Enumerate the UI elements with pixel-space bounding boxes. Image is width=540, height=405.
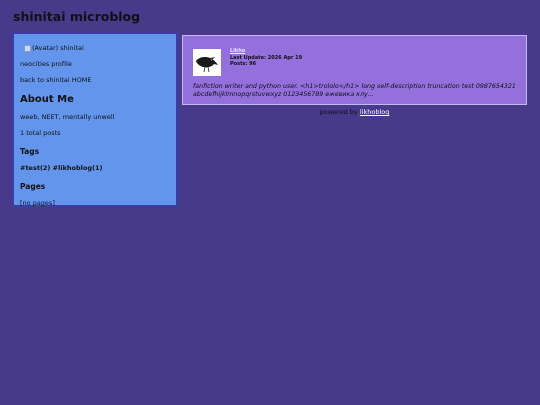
- about-text: weeb, NEET, mentally unwell: [20, 113, 115, 121]
- avatar-alt-text: (Avatar): [32, 44, 59, 52]
- sidebar: (Avatar) shinitai neocities profile back…: [13, 33, 177, 207]
- crow-avatar-icon: [193, 49, 221, 76]
- broken-avatar-image-icon: [24, 44, 31, 52]
- post-count: 1 total posts: [20, 129, 61, 137]
- author-avatar[interactable]: [193, 49, 221, 76]
- tag-likhoblog-link[interactable]: #likhoblog(1): [53, 164, 103, 172]
- about-heading: About Me: [20, 94, 74, 105]
- neocities-profile-link[interactable]: neocities profile: [20, 60, 170, 68]
- post-card: Likho Last Update: 2026 Apr 19 Posts: 96…: [182, 35, 527, 105]
- likhoblog-link[interactable]: likhoblog: [360, 108, 390, 116]
- pages-heading: Pages: [20, 182, 46, 191]
- post-meta: Likho Last Update: 2026 Apr 19 Posts: 96: [230, 48, 302, 68]
- author-link[interactable]: Likho: [230, 48, 245, 54]
- pages-text: [no pages]: [20, 199, 55, 207]
- author-post-count: Posts: 96: [230, 61, 257, 67]
- tag-test-link[interactable]: #test(2): [20, 164, 50, 172]
- post-body: fanfiction writer and python user. <h1>t…: [193, 83, 518, 99]
- post-body-line: abcdefhijklmnopqrstuvwxyz 0123456789 еже…: [193, 91, 374, 98]
- powered-by-footer: powered by likhoblog: [182, 108, 527, 116]
- post-body-line: fanfiction writer and python user. <h1>t…: [193, 83, 516, 90]
- tags-heading: Tags: [20, 147, 40, 156]
- powered-by-prefix: powered by: [319, 108, 358, 116]
- home-link[interactable]: back to shinitai HOME: [20, 76, 170, 84]
- sidebar-avatar-line: (Avatar) shinitai: [24, 44, 170, 52]
- username-link[interactable]: shinitai: [60, 44, 84, 52]
- tag-list: #test(2) #likhoblog(1): [20, 164, 170, 172]
- site-title: shinitai microblog: [13, 9, 141, 24]
